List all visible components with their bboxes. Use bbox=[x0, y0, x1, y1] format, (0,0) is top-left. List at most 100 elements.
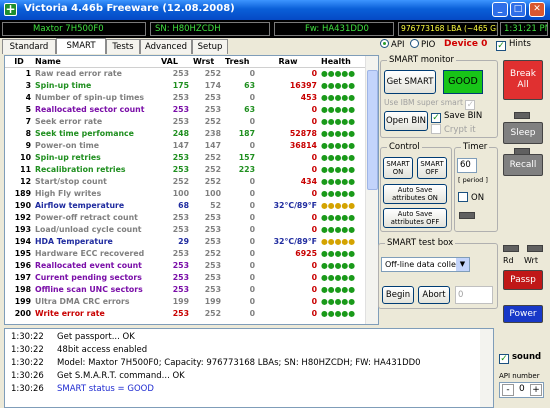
close-button[interactable]: ✕ bbox=[529, 2, 545, 17]
cell-name: Hardware ECC recovered bbox=[35, 248, 145, 258]
timer-on-checkbox[interactable]: ON bbox=[458, 192, 484, 203]
cell-wrst: 253 bbox=[204, 104, 221, 114]
cell-name: Offline scan UNC sectors bbox=[35, 284, 143, 294]
timer-on-label: ON bbox=[471, 193, 485, 203]
api-decrement-button[interactable]: - bbox=[502, 384, 514, 396]
log-line: 1:30:22 Model: Maxtor 7H500F0; Capacity: … bbox=[11, 358, 421, 368]
cell-tresh: 0 bbox=[249, 116, 255, 126]
api-number-stepper[interactable]: - 0 + bbox=[499, 382, 544, 398]
begin-button[interactable]: Begin bbox=[382, 286, 414, 304]
cell-raw: 16397 bbox=[289, 80, 317, 90]
cell-raw: 0 bbox=[311, 152, 317, 162]
table-row[interactable]: 4 Number of spin-up times 253 253 0 453 ●●●●● bbox=[5, 91, 365, 103]
api-radio-dot bbox=[380, 39, 389, 48]
cell-wrst: 252 bbox=[204, 176, 221, 186]
smart-test-label: SMART test box bbox=[385, 238, 456, 248]
tab-advanced[interactable]: Advanced bbox=[140, 39, 192, 54]
cell-val: 252 bbox=[172, 176, 189, 186]
use-ibm-smart[interactable]: Use IBM super smart ✓ bbox=[384, 98, 478, 110]
cell-health: ●●●●● bbox=[321, 284, 356, 294]
table-row[interactable]: 196 Reallocated event count 253 253 0 0 ●●●●● bbox=[5, 259, 365, 271]
api-increment-button[interactable]: + bbox=[530, 384, 542, 396]
drive-lba: 976773168 LBA (~465 GB) bbox=[398, 22, 498, 36]
app-cross-icon: + bbox=[4, 2, 17, 16]
table-scrollbar[interactable] bbox=[365, 56, 378, 324]
log-text: Get S.M.A.R.T. command... OK bbox=[57, 371, 185, 381]
table-row[interactable]: 7 Seek error rate 253 252 0 0 ●●●●● bbox=[5, 115, 365, 127]
save-bin-checkbox[interactable]: ✓ Save BIN bbox=[431, 111, 482, 123]
table-row[interactable]: 12 Start/stop count 252 252 0 434 ●●●●● bbox=[5, 175, 365, 187]
get-smart-button[interactable]: Get SMART bbox=[384, 70, 436, 94]
cell-name: Power-off retract count bbox=[35, 212, 138, 222]
tab-tests[interactable]: Tests bbox=[106, 39, 140, 54]
cell-id: 5 bbox=[25, 104, 31, 114]
hints-checkbox[interactable]: ✓ Hints bbox=[496, 39, 531, 51]
save-bin-check-icon: ✓ bbox=[431, 113, 441, 123]
auto-save-on-button[interactable]: Auto Save attributes ON bbox=[383, 184, 447, 204]
cell-raw: 36814 bbox=[289, 140, 317, 150]
pio-radio[interactable]: PIO bbox=[410, 39, 435, 50]
smart-off-button[interactable]: SMART OFF bbox=[417, 157, 447, 179]
auto-save-off-button[interactable]: Auto Save attributes OFF bbox=[383, 208, 447, 228]
cell-tresh: 0 bbox=[249, 236, 255, 246]
tab-setup[interactable]: Setup bbox=[192, 39, 228, 54]
break-all-button[interactable]: Break All bbox=[503, 60, 543, 100]
table-row[interactable]: 195 Hardware ECC recovered 253 252 0 6925 ●●●●… bbox=[5, 247, 365, 259]
tab-standard[interactable]: Standard bbox=[2, 39, 56, 54]
log-scrollbar[interactable] bbox=[480, 329, 493, 407]
cell-name: Seek error rate bbox=[35, 116, 103, 126]
cell-name: Seek time perfomance bbox=[35, 128, 134, 138]
cell-id: 192 bbox=[14, 212, 31, 222]
cell-raw: 0 bbox=[311, 296, 317, 306]
cell-id: 11 bbox=[20, 164, 31, 174]
victoria-window: + Victoria 4.46b Freeware (12.08.2008) _… bbox=[0, 0, 550, 408]
power-button[interactable]: Power bbox=[503, 305, 543, 323]
cell-wrst: 253 bbox=[204, 284, 221, 294]
cell-wrst: 100 bbox=[204, 188, 221, 198]
table-row[interactable]: 1 Raw read error rate 253 252 0 0 ●●●●● bbox=[5, 67, 365, 79]
cell-name: Reallocated sector count bbox=[35, 104, 145, 114]
window-title: Victoria 4.46b Freeware (12.08.2008) bbox=[24, 3, 235, 14]
cell-health: ●●●●● bbox=[321, 80, 356, 90]
cell-name: Airflow temperature bbox=[35, 200, 125, 210]
cell-tresh: 0 bbox=[249, 296, 255, 306]
table-row[interactable]: 10 Spin-up retries 253 252 157 0 ●●●●● bbox=[5, 151, 365, 163]
table-row[interactable]: 200 Write error rate 253 252 0 0 ●●●●● bbox=[5, 307, 365, 319]
abort-button[interactable]: Abort bbox=[418, 286, 450, 304]
log-time: 1:30:22 bbox=[11, 345, 44, 355]
table-row[interactable]: 8 Seek time perfomance 248 238 187 52878 ●●●●● bbox=[5, 127, 365, 139]
open-bin-button[interactable]: Open BIN bbox=[384, 111, 428, 131]
maximize-button[interactable]: □ bbox=[510, 2, 526, 17]
cell-val: 147 bbox=[172, 140, 189, 150]
table-row[interactable]: 189 High Fly writes 100 100 0 0 ●●●●● bbox=[5, 187, 365, 199]
test-value-input[interactable]: 0 bbox=[455, 286, 493, 304]
log-panel[interactable]: 1:30:22 Get passport... OK 1:30:22 48bit ac… bbox=[4, 328, 494, 408]
timer-period-input[interactable]: 60 bbox=[457, 158, 477, 173]
table-row[interactable]: 194 HDA Temperature 29 253 0 32°C/89°F ●●●●● bbox=[5, 235, 365, 247]
table-row[interactable]: 199 Ultra DMA CRC errors 199 199 0 0 ●●●●● bbox=[5, 295, 365, 307]
minimize-button[interactable]: _ bbox=[492, 2, 508, 17]
api-radio[interactable]: API bbox=[380, 39, 404, 50]
recall-button[interactable]: Recall bbox=[503, 154, 543, 176]
table-row[interactable]: 11 Recalibration retries 253 252 223 0 ●●●●● bbox=[5, 163, 365, 175]
table-row[interactable]: 9 Power-on time 147 147 0 36814 ●●●●● bbox=[5, 139, 365, 151]
crypt-it-checkbox[interactable]: Crypt it bbox=[431, 124, 476, 135]
table-row[interactable]: 198 Offline scan UNC sectors 253 253 0 0 ●●●●● bbox=[5, 283, 365, 295]
table-scroll-thumb[interactable] bbox=[367, 70, 378, 190]
tab-smart[interactable]: SMART bbox=[56, 38, 106, 54]
test-type-select[interactable]: Off-line data collect ▼ bbox=[381, 257, 470, 272]
log-line: 1:30:22 Get passport... OK bbox=[11, 332, 135, 342]
smart-attributes-table[interactable]: ID Name VAL Wrst Tresh Raw Health 1 Raw r… bbox=[4, 55, 379, 325]
cell-wrst: 253 bbox=[204, 212, 221, 222]
sound-checkbox[interactable]: ✓ sound bbox=[499, 352, 541, 364]
smart-on-button[interactable]: SMART ON bbox=[383, 157, 413, 179]
table-row[interactable]: 197 Current pending sectors 253 253 0 0 ●●●●● bbox=[5, 271, 365, 283]
passp-button[interactable]: Passp bbox=[503, 270, 543, 290]
table-row[interactable]: 192 Power-off retract count 253 253 0 0 ●●●●● bbox=[5, 211, 365, 223]
table-row[interactable]: 193 Load/unload cycle count 253 253 0 0 ●●●●● bbox=[5, 223, 365, 235]
sleep-button[interactable]: Sleep bbox=[503, 122, 543, 144]
table-row[interactable]: 5 Reallocated sector count 253 253 63 0 ●●●●● bbox=[5, 103, 365, 115]
cell-health: ●●●●● bbox=[321, 248, 356, 258]
table-row[interactable]: 3 Spin-up time 175 174 63 16397 ●●●●● bbox=[5, 79, 365, 91]
table-row[interactable]: 190 Airflow temperature 68 52 0 32°C/89°F ●●●●… bbox=[5, 199, 365, 211]
